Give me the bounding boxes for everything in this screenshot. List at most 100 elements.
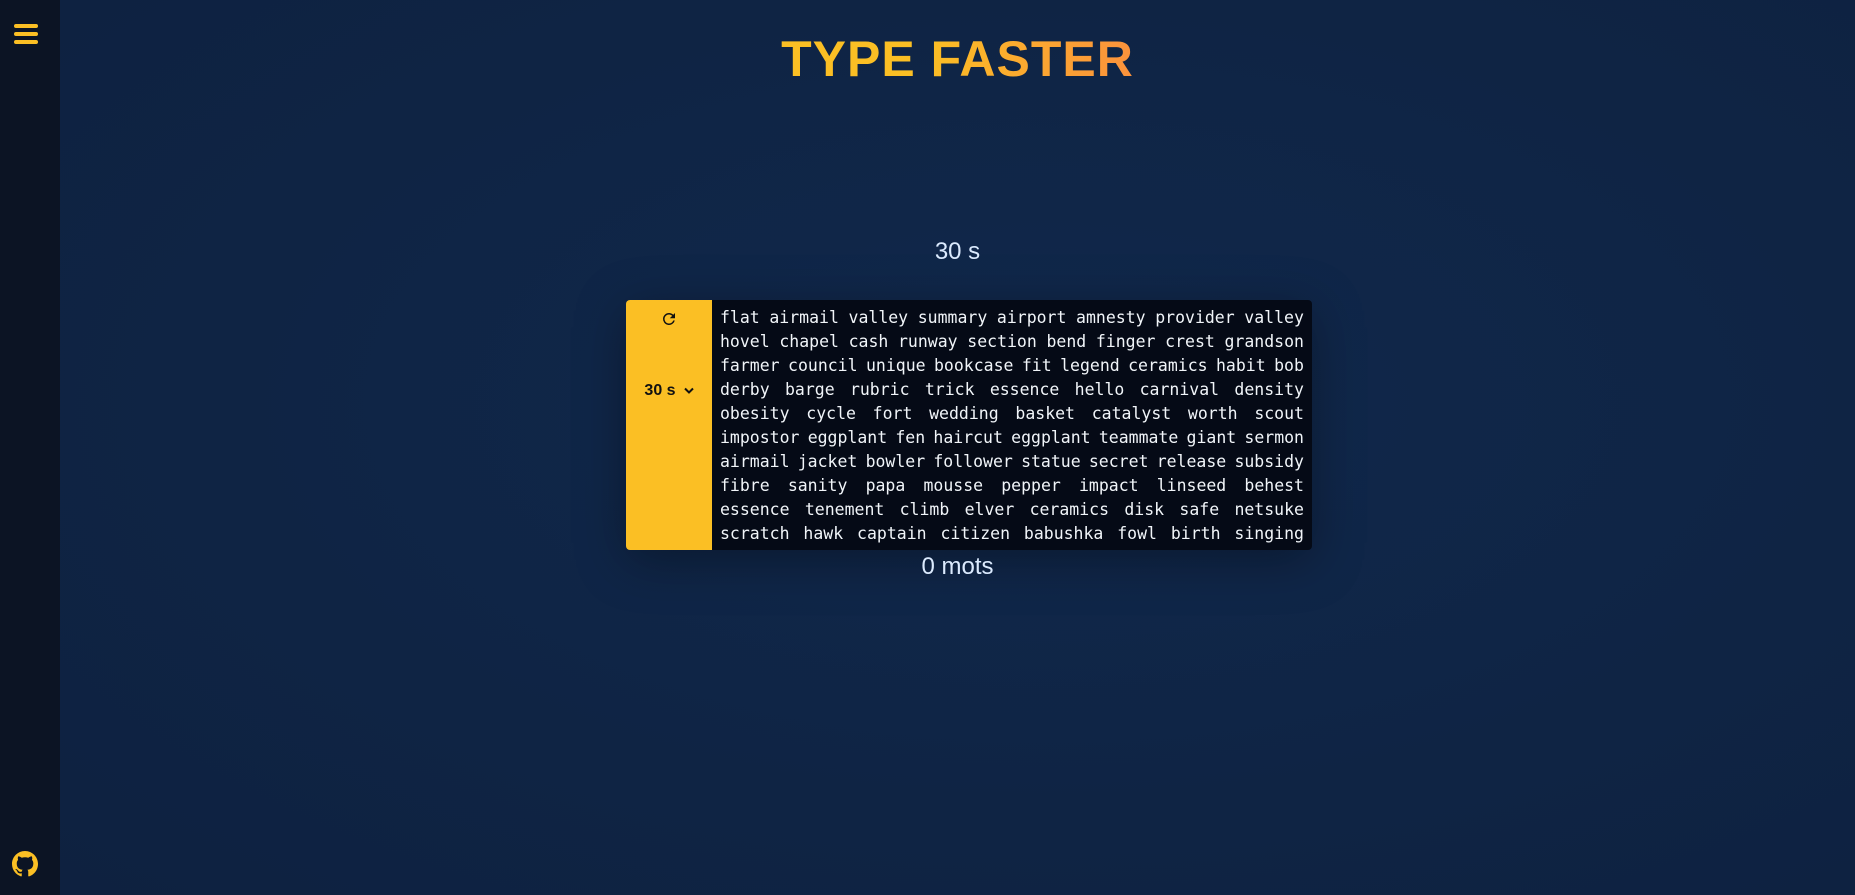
word: hawk [803, 524, 844, 543]
timer-display: 30 s [934, 238, 981, 265]
word: derby [720, 380, 770, 399]
word: trick [924, 380, 975, 399]
word: carnival [1139, 380, 1220, 399]
word: impact [1078, 476, 1139, 495]
word-line: fibre sanity papa mousse pepper impact linseed… [720, 474, 1304, 498]
word: barge [784, 380, 835, 399]
word: giant [1186, 428, 1237, 447]
word: bob [1274, 356, 1304, 375]
word: essence [720, 500, 790, 519]
word-line: impostor eggplant fen haircut eggplant teamma… [720, 426, 1304, 450]
word: eggplant [807, 428, 888, 447]
word: amnesty [1076, 308, 1146, 327]
main-area: TYPE FASTER 30 s 30 s flat airmail valley s… [60, 0, 1855, 895]
word: unique [865, 356, 926, 375]
word: bend [1046, 332, 1087, 351]
word: airport [996, 308, 1067, 327]
word: climb [899, 500, 950, 519]
word: behest [1244, 476, 1304, 495]
word: follower [933, 452, 1013, 471]
word-line: essence tenement climb elver ceramics disk saf… [720, 498, 1304, 522]
word: catalyst [1091, 404, 1172, 423]
word: elver [964, 500, 1015, 519]
word: flat [720, 308, 760, 327]
word: grandson [1224, 332, 1304, 351]
word: pepper [1001, 476, 1061, 495]
words-text-area[interactable]: flat airmail valley summary airport amnesty pr… [712, 300, 1312, 550]
word: basket [1015, 404, 1075, 423]
word: sanity [787, 476, 848, 495]
word: statue [1021, 452, 1081, 471]
word: obesity [720, 404, 790, 423]
word: summary [917, 308, 988, 327]
restart-icon[interactable] [660, 310, 678, 328]
word: farmer [720, 356, 780, 375]
word: essence [989, 380, 1060, 399]
word: airmail [720, 452, 790, 471]
word: release [1156, 452, 1227, 471]
word: fort [872, 404, 913, 423]
word-line: hovel chapel cash runway section bend finger cr… [720, 330, 1304, 354]
word: eggplant [1011, 428, 1091, 447]
word-line: flat airmail valley summary airport amnesty pr… [720, 306, 1304, 330]
word: habit [1216, 356, 1266, 375]
word: linseed [1156, 476, 1227, 495]
hamburger-menu-icon[interactable] [14, 24, 42, 48]
controls-panel: 30 s [626, 300, 712, 550]
word: teammate [1098, 428, 1179, 447]
github-icon[interactable] [12, 851, 38, 877]
word: crest [1165, 332, 1215, 351]
word: impostor [720, 428, 800, 447]
word: haircut [933, 428, 1003, 447]
word: fen [895, 428, 926, 447]
duration-selected-label: 30 s [644, 382, 676, 399]
word: ceramics [1128, 356, 1208, 375]
word: scratch [720, 524, 790, 543]
word: secret [1088, 452, 1149, 471]
word: section [967, 332, 1037, 351]
chevron-down-icon [683, 382, 694, 400]
word: cash [848, 332, 889, 351]
word: subsidy [1234, 452, 1304, 471]
word: fit [1021, 356, 1052, 375]
word: mousse [923, 476, 984, 495]
word-line: obesity cycle fort wedding basket catalyst wor… [720, 402, 1304, 426]
word-line: scratch hawk captain citizen babushka fowl bir… [720, 522, 1304, 546]
word: finger [1095, 332, 1156, 351]
word: rubric [849, 380, 910, 399]
word: chapel [779, 332, 839, 351]
word: papa [865, 476, 906, 495]
word: hovel [720, 332, 770, 351]
word: citizen [940, 524, 1011, 543]
word: valley [1244, 308, 1304, 327]
word: hello [1074, 380, 1125, 399]
word: airmail [769, 308, 839, 327]
word: runway [898, 332, 958, 351]
word: density [1234, 380, 1304, 399]
word: sermon [1244, 428, 1304, 447]
word: provider [1155, 308, 1235, 327]
typing-game: 30 s flat airmail valley summary airport amne… [626, 300, 1312, 550]
word: birth [1170, 524, 1221, 543]
word: legend [1060, 356, 1120, 375]
word: tenement [804, 500, 885, 519]
word: scout [1254, 404, 1304, 423]
word: valley [848, 308, 909, 327]
word-line: farmer council unique bookcase fit legend cera… [720, 354, 1304, 378]
word: fowl [1117, 524, 1157, 543]
word: wedding [929, 404, 999, 423]
word-line: derby barge rubric trick essence hello carniva… [720, 378, 1304, 402]
word: safe [1179, 500, 1220, 519]
word: council [788, 356, 858, 375]
word: captain [857, 524, 927, 543]
word: bookcase [933, 356, 1014, 375]
app-title: TYPE FASTER [781, 31, 1134, 87]
word: singing [1234, 524, 1304, 543]
word: babushka [1023, 524, 1104, 543]
word: jacket [797, 452, 858, 471]
duration-select[interactable]: 30 s [636, 380, 702, 402]
sidebar [0, 0, 60, 895]
word: bowler [865, 452, 926, 471]
word: fibre [720, 476, 770, 495]
word: ceramics [1029, 500, 1110, 519]
